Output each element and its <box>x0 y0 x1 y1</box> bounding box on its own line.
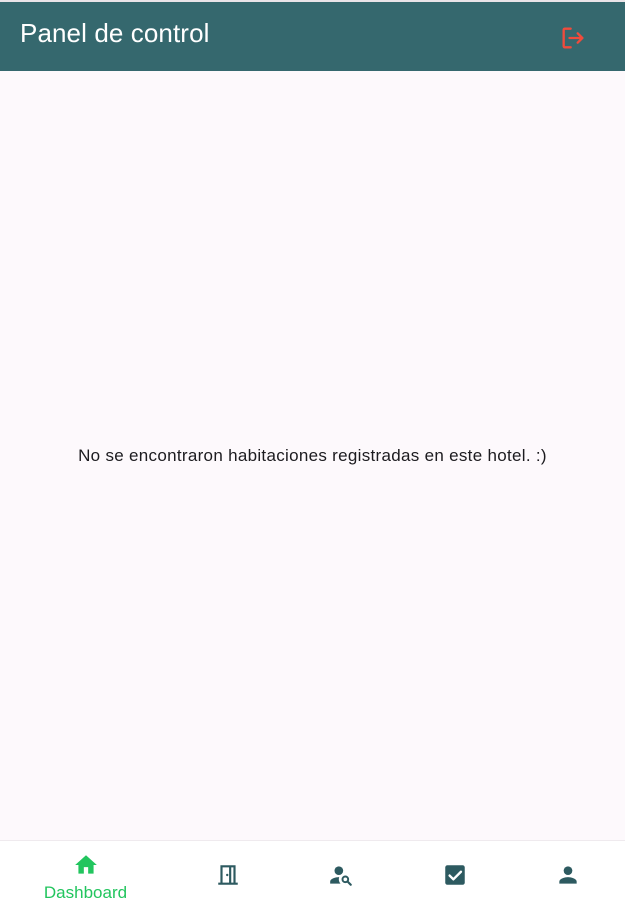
app-bar: Panel de control <box>0 0 625 71</box>
bottom-navigation: Dashboard <box>0 840 625 913</box>
checkbox-icon <box>444 865 465 885</box>
person-icon <box>558 866 577 884</box>
person-search-icon <box>329 866 352 886</box>
nav-item-tasks[interactable] <box>392 841 517 913</box>
logout-icon <box>562 27 584 49</box>
nav-item-profile[interactable] <box>505 841 625 913</box>
empty-state-message: No se encontraron habitaciones registrad… <box>78 446 547 465</box>
door-icon <box>217 865 238 885</box>
page-title: Panel de control <box>20 18 210 48</box>
nav-item-guest-search[interactable] <box>278 841 403 913</box>
nav-item-label: Dashboard <box>43 883 128 902</box>
logout-button[interactable] <box>557 22 589 54</box>
nav-item-rooms[interactable] <box>165 841 290 913</box>
nav-item-dashboard[interactable]: Dashboard <box>23 841 148 913</box>
home-icon <box>74 855 97 874</box>
